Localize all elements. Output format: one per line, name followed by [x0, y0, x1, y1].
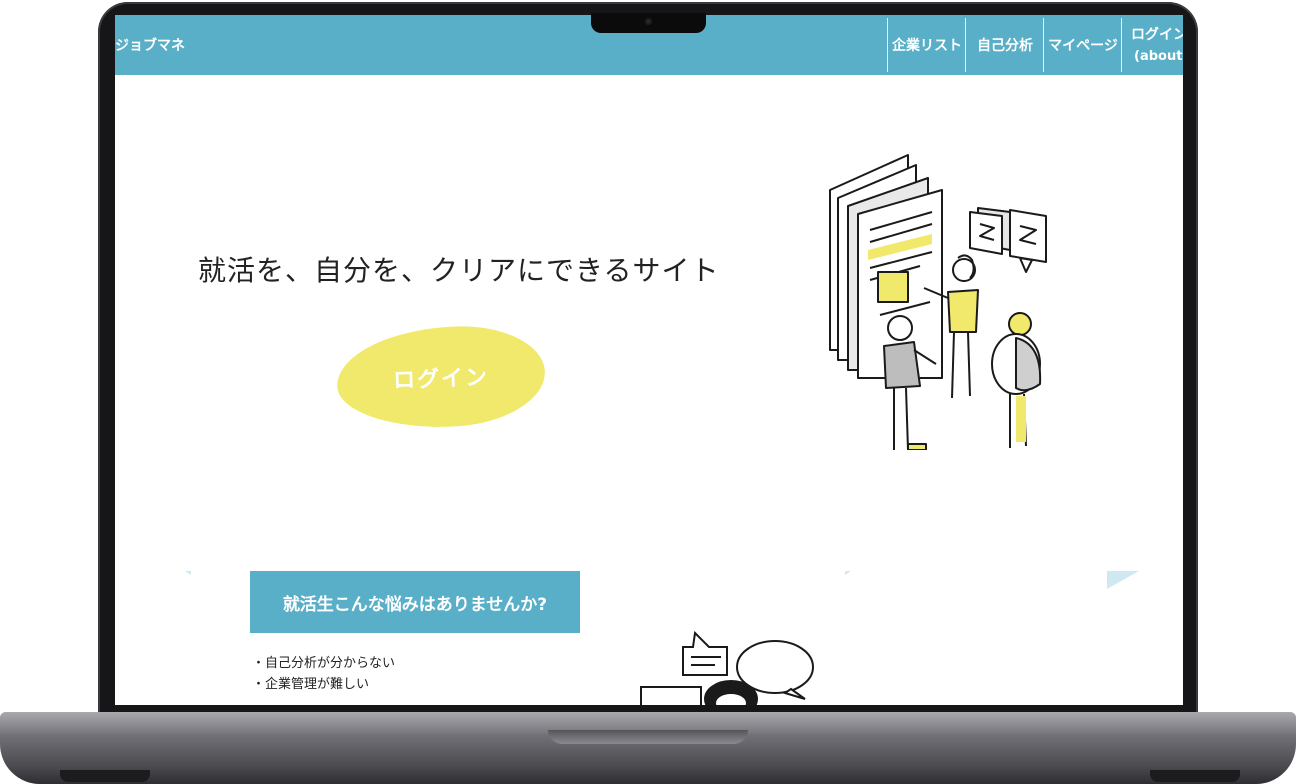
- speech-bubbles-illustration: [640, 630, 814, 705]
- nav-company-list[interactable]: 企業リスト: [887, 18, 966, 72]
- laptop-thumb-notch: [548, 730, 748, 744]
- worries-list: ・自己分析が分からない ・企業管理が難しい: [252, 653, 395, 695]
- nav-mypage[interactable]: マイページ: [1043, 18, 1122, 72]
- laptop-foot: [60, 770, 150, 782]
- list-item: ・自己分析が分からない: [252, 656, 396, 671]
- laptop-foot: [1150, 770, 1240, 782]
- camera-notch: [591, 13, 706, 33]
- job-hunting-illustration: [829, 154, 1047, 450]
- nav-login-label[interactable]: ログイン: [1131, 24, 1183, 44]
- worries-heading: 就活生こんな悩みはありませんか?: [250, 571, 580, 633]
- hero-login-label: ログイン: [392, 365, 490, 394]
- site-logo[interactable]: ジョブマネ: [115, 35, 185, 55]
- decor-triangle: [1107, 571, 1139, 589]
- list-item: ・企業管理が難しい: [252, 677, 370, 692]
- camera-icon: [645, 18, 652, 25]
- nav-about-label[interactable]: (about): [1134, 49, 1183, 64]
- browser-screen: ジョブマネ 企業リスト 自己分析 マイページ ログイン (about) 就活を、…: [115, 15, 1183, 705]
- nav-self-analysis[interactable]: 自己分析: [965, 18, 1044, 72]
- hero-login-button[interactable]: ログイン: [335, 323, 547, 431]
- decor-triangle: [185, 571, 191, 575]
- decor-triangle: [845, 571, 851, 575]
- nav-login[interactable]: ログイン (about): [1121, 18, 1183, 72]
- hero-tagline: 就活を、自分を、クリアにできるサイト: [198, 254, 720, 287]
